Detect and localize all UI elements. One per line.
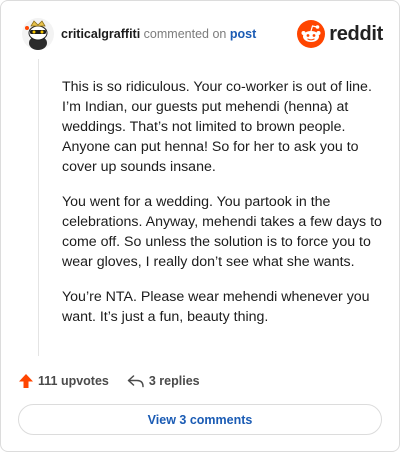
reply-count: 3 replies — [148, 374, 200, 388]
comment-header: criticalgraffiti commented on post reddi… — [21, 17, 383, 53]
avatar[interactable] — [21, 17, 55, 51]
comment-paragraph: You went for a wedding. You partook in t… — [62, 194, 382, 270]
comment-meta: criticalgraffiti commented on post — [61, 27, 256, 41]
reddit-logo-icon — [297, 20, 326, 48]
reply-arrow-icon — [127, 375, 144, 388]
replies-button[interactable]: 3 replies — [127, 374, 200, 388]
brand-wordmark: reddit — [329, 22, 383, 45]
upvote-button[interactable]: 111 upvotes — [18, 373, 109, 389]
comment-actions: 111 upvotes 3 replies — [18, 371, 200, 391]
comment-paragraph: You’re NTA. Please wear mehendi whenever… — [62, 289, 370, 325]
snoo-avatar-icon — [22, 18, 54, 50]
reddit-logo[interactable]: reddit — [297, 19, 383, 49]
comment-card: criticalgraffiti commented on post reddi… — [0, 0, 400, 452]
thread-line — [38, 59, 39, 356]
commented-on-text: commented on — [143, 27, 227, 41]
post-link[interactable]: post — [230, 27, 256, 41]
upvote-count: 111 upvotes — [38, 374, 109, 388]
comment-body: This is so ridiculous. Your co-worker is… — [62, 77, 382, 342]
view-comments-button[interactable]: View 3 comments — [18, 404, 382, 435]
username[interactable]: criticalgraffiti — [61, 27, 140, 41]
upvote-arrow-icon — [19, 374, 33, 388]
comment-paragraph: This is so ridiculous. Your co-worker is… — [62, 79, 372, 175]
